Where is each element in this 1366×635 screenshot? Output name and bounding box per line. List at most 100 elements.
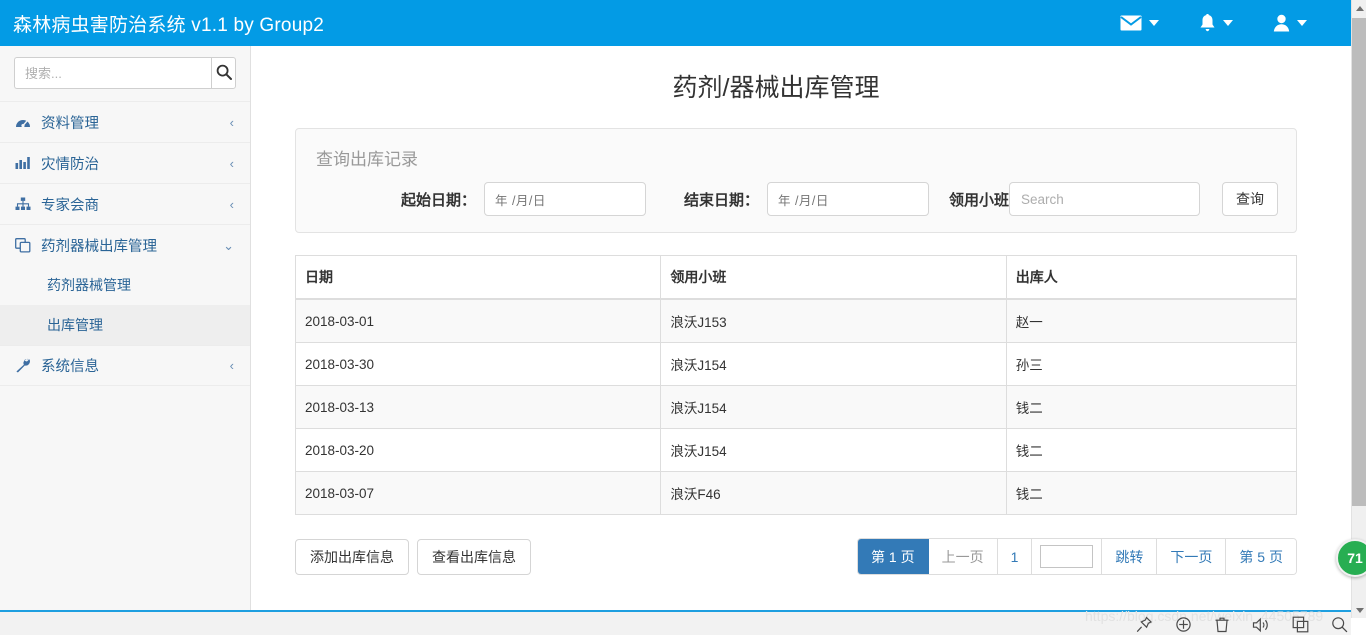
sidebar-item-ziliao-guanli[interactable]: 资料管理 ‹ xyxy=(0,101,250,142)
pagination: 第 1 页 上一页 1 跳转 下一页 第 5 页 xyxy=(857,538,1297,575)
cell-operator: 钱二 xyxy=(1006,385,1297,429)
sidebar-item-yaoji-qixie-chuku-guanli[interactable]: 药剂器械出库管理 ⌄ xyxy=(0,224,250,265)
top-navbar: 森林病虫害防治系统 v1.1 by Group2 xyxy=(0,0,1351,46)
pagination-page-1[interactable]: 1 xyxy=(997,539,1033,574)
pin-icon[interactable] xyxy=(1136,616,1153,633)
cell-date: 2018-03-07 xyxy=(295,471,662,515)
sidebar-item-label: 专家会商 xyxy=(41,197,99,214)
team-label: 领用小班 xyxy=(948,191,1009,209)
refresh-icon[interactable] xyxy=(1175,616,1192,633)
scroll-down-button[interactable] xyxy=(1352,602,1366,618)
search-icon[interactable] xyxy=(1331,616,1348,633)
bar-chart-icon xyxy=(15,156,37,170)
pagination-jump-input[interactable] xyxy=(1040,545,1094,568)
query-button[interactable]: 查询 xyxy=(1222,182,1278,216)
query-form: 起始日期： 年 /月/日 结束日期： 年 /月/日 领用小班 查询 xyxy=(314,182,1278,216)
sidebar-menu: 资料管理 ‹ 灾情防治 ‹ 专家会商 ‹ 药剂器械出库管理 ⌄ 药剂器械管理 出… xyxy=(0,101,250,386)
trash-icon[interactable] xyxy=(1214,616,1230,633)
table-row[interactable]: 2018-03-01 浪沃J153 赵一 xyxy=(295,298,1297,343)
sidebar-subitem-chuku-guanli[interactable]: 出库管理 xyxy=(0,305,250,345)
records-table: 日期 领用小班 出库人 2018-03-01 浪沃J153 赵一 2018-03… xyxy=(295,255,1297,515)
user-icon xyxy=(1273,14,1290,32)
chevron-left-icon: ‹ xyxy=(229,114,234,130)
cell-team: 浪沃J154 xyxy=(660,385,1007,429)
search-icon xyxy=(216,64,232,83)
search-input[interactable] xyxy=(14,57,211,89)
scroll-up-button[interactable] xyxy=(1352,0,1366,16)
query-panel-heading: 查询出库记录 xyxy=(316,150,418,169)
start-date-input[interactable]: 年 /月/日 xyxy=(483,182,646,216)
sidebar-submenu: 药剂器械管理 出库管理 xyxy=(0,265,250,345)
pagination-last-page[interactable]: 第 5 页 xyxy=(1226,539,1296,574)
messages-menu[interactable] xyxy=(1120,15,1159,31)
table-body: 2018-03-01 浪沃J153 赵一 2018-03-30 浪沃J154 孙… xyxy=(295,298,1297,515)
toolbar-icons xyxy=(1136,616,1348,633)
sidebar-item-zaiqing-fangzhi[interactable]: 灾情防治 ‹ xyxy=(0,142,250,183)
pagination-next[interactable]: 下一页 xyxy=(1157,539,1227,574)
sidebar-item-label: 药剂器械出库管理 xyxy=(41,238,157,255)
window-copy-icon[interactable] xyxy=(1292,616,1309,633)
triangle-up-icon xyxy=(1355,5,1364,11)
pagination-jump-input-cell xyxy=(1032,539,1103,574)
chevron-left-icon: ‹ xyxy=(229,196,234,212)
sidebar-search xyxy=(0,46,250,101)
search-button[interactable] xyxy=(211,57,236,89)
chevron-down-icon xyxy=(1223,20,1233,26)
sidebar-item-xitong-xinxi[interactable]: 系统信息 ‹ xyxy=(0,345,250,386)
cell-operator: 钱二 xyxy=(1006,428,1297,472)
query-panel: 查询出库记录 起始日期： 年 /月/日 结束日期： 年 /月/日 领用小班 查询 xyxy=(295,128,1297,233)
chevron-down-icon xyxy=(1149,20,1159,26)
app-window: 森林病虫害防治系统 v1.1 by Group2 搜索... 资料管理 ‹ 灾情… xyxy=(0,0,1366,635)
sidebar-subitem-yaoji-qixie-guanli[interactable]: 药剂器械管理 xyxy=(0,265,250,305)
bell-icon xyxy=(1199,13,1216,33)
vertical-scrollbar[interactable] xyxy=(1351,0,1366,618)
cell-operator: 孙三 xyxy=(1006,342,1297,386)
pagination-current-page[interactable]: 第 1 页 xyxy=(858,539,929,574)
table-header-row: 日期 领用小班 出库人 xyxy=(295,255,1297,300)
sidebar-item-zhuanjia-huishang[interactable]: 专家会商 ‹ xyxy=(0,183,250,224)
main-content: 药剂/器械出库管理 查询出库记录 起始日期： 年 /月/日 结束日期： 年 /月… xyxy=(251,46,1351,610)
records-table-wrap: 日期 领用小班 出库人 2018-03-01 浪沃J153 赵一 2018-03… xyxy=(295,255,1297,515)
start-date-placeholder: 年 /月/日 xyxy=(494,193,546,208)
cell-date: 2018-03-01 xyxy=(295,298,662,343)
end-date-input[interactable]: 年 /月/日 xyxy=(766,182,929,216)
scrollbar-thumb[interactable] xyxy=(1352,18,1366,506)
cell-team: 浪沃J154 xyxy=(660,342,1007,386)
column-header-team: 领用小班 xyxy=(660,255,1007,300)
pagination-jump-button[interactable]: 跳转 xyxy=(1102,539,1158,574)
app-title: 森林病虫害防治系统 v1.1 by Group2 xyxy=(13,14,324,36)
chevron-left-icon: ‹ xyxy=(229,155,234,171)
page-title: 药剂/器械出库管理 xyxy=(672,74,880,102)
sidebar-subitem-label: 药剂器械管理 xyxy=(47,277,131,293)
sidebar-subitem-label: 出库管理 xyxy=(47,317,103,333)
clone-icon xyxy=(15,237,37,253)
status-badge[interactable]: 71 xyxy=(1336,539,1366,577)
cell-team: 浪沃J154 xyxy=(660,428,1007,472)
table-row[interactable]: 2018-03-30 浪沃J154 孙三 xyxy=(295,342,1297,386)
table-head: 日期 领用小班 出库人 xyxy=(295,255,1297,300)
speaker-icon[interactable] xyxy=(1252,617,1270,633)
action-buttons: 添加出库信息 查看出库信息 xyxy=(295,538,531,575)
notifications-menu[interactable] xyxy=(1199,13,1233,33)
pagination-prev[interactable]: 上一页 xyxy=(928,539,998,574)
cell-team: 浪沃F46 xyxy=(660,471,1007,515)
cell-team: 浪沃J153 xyxy=(660,298,1007,343)
cell-date: 2018-03-13 xyxy=(295,385,662,429)
chevron-left-icon: ‹ xyxy=(229,358,234,373)
start-date-label: 起始日期： xyxy=(400,191,476,209)
table-row[interactable]: 2018-03-20 浪沃J154 钱二 xyxy=(295,428,1297,472)
view-record-button[interactable]: 查看出库信息 xyxy=(417,538,531,575)
table-row[interactable]: 2018-03-13 浪沃J154 钱二 xyxy=(295,385,1297,429)
cell-operator: 钱二 xyxy=(1006,471,1297,515)
account-menu[interactable] xyxy=(1273,14,1307,32)
sidebar-item-label: 资料管理 xyxy=(41,115,99,132)
sidebar-item-label: 系统信息 xyxy=(41,359,99,375)
sidebar-item-label: 灾情防治 xyxy=(41,156,99,173)
table-row[interactable]: 2018-03-07 浪沃F46 钱二 xyxy=(295,471,1297,515)
triangle-down-icon xyxy=(1355,607,1364,613)
add-record-button[interactable]: 添加出库信息 xyxy=(295,538,409,575)
end-date-label: 结束日期： xyxy=(683,191,759,209)
column-header-date: 日期 xyxy=(295,255,662,300)
dashboard-icon xyxy=(15,115,37,129)
team-search-input[interactable] xyxy=(1009,182,1200,216)
